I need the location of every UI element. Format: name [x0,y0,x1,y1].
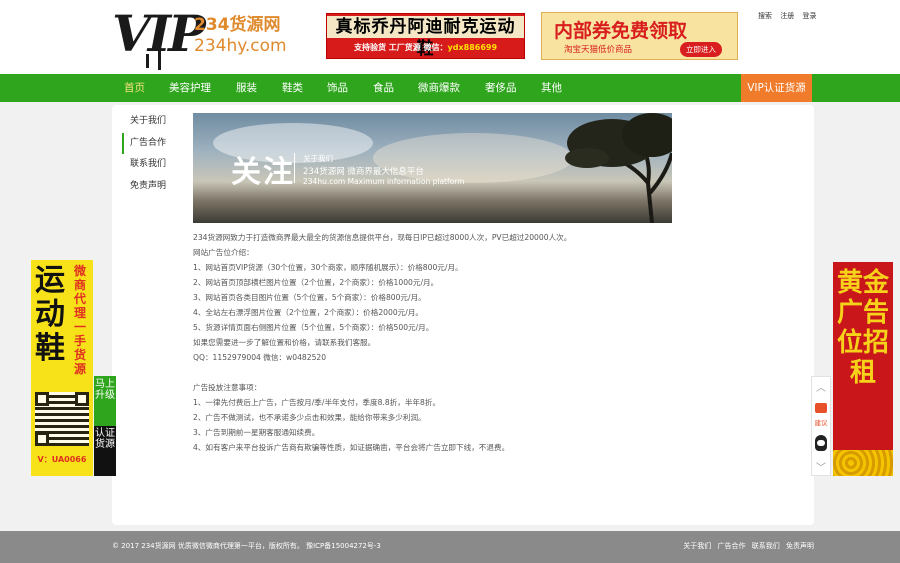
register-link[interactable]: 注册 [780,12,794,20]
banner-sneakers[interactable]: 真标乔丹阿迪耐克运动鞋 支持验货 工厂货源 微信：ydx886699 [326,13,525,59]
banner-sneakers-sub-a: 支持验货 工厂货源 微信： [353,43,448,52]
banner-sneakers-wechat: ydx886699 [447,43,498,52]
content-line: 4、如有客户来平台投诉广告商有欺骗等性质，如证据确凿，平台会将广告立即下线，不退… [193,443,510,452]
qr-corner [35,432,49,446]
side-item-ads[interactable]: 广告合作 [122,132,186,154]
nav-item-clothing[interactable]: 服装 [236,74,257,102]
side-item-contact[interactable]: 联系我们 [122,154,186,176]
nav-item-beauty[interactable]: 美容护理 [169,74,211,102]
qr-corner [75,392,89,406]
content-line: 1、一律先付费后上广告，广告按月/季/半年支付，季度8.8折，半年8折。 [193,398,441,407]
footer-link-about[interactable]: 关于我们 [683,542,711,550]
hero-banner: 关注 关于我们 234货源网 微商界最大信息平台 234hu.com Maxim… [193,113,672,223]
qr-corner [35,392,49,406]
footer-link-ads[interactable]: 广告合作 [718,542,746,550]
content-line: 如果您需要进一步了解位置和价格，请联系我们客服。 [193,338,376,347]
logo-drip [158,50,161,70]
feedback-icon[interactable] [815,403,827,413]
banner-sneakers-title: 真标乔丹阿迪耐克运动鞋 [327,16,524,58]
float-ad-left-side: 微商代理一手货源 [73,264,86,376]
float-ad-left-id: V：UA0066 [37,455,87,464]
footer-link-contact[interactable]: 联系我们 [752,542,780,550]
content-line: 3、网站首页各类目图片位置（5个位置，5个商家）：价格800元/月。 [193,293,426,302]
footer-links: 关于我们 广告合作 联系我们 免责声明 [679,541,814,551]
upgrade-strip[interactable]: 马上升级 认证货源 [94,376,116,476]
nav-item-luxury[interactable]: 奢侈品 [485,74,517,102]
float-ad-left-title: 运动鞋 [35,263,65,366]
hero-line-3: 234hu.com Maximum information platform [303,177,465,186]
feedback-label[interactable]: 建议 [812,417,830,427]
hero-divider [294,153,295,183]
main-nav: 首页 美容护理 服装 鞋类 饰品 食品 微商爆款 奢侈品 其他 VIP认证货源 [0,74,900,102]
logo-name: 234货源网 [194,15,281,35]
upgrade-strip-bottom: 认证货源 [95,428,115,450]
scroll-down-icon[interactable]: ﹀ [812,459,830,474]
content-line [193,365,793,380]
banner-coupon-button[interactable]: 立即进入 [680,42,722,57]
hero-line-1: 关于我们 [303,154,333,163]
banner-coupon[interactable]: 内部券免费领取 淘宝天猫低价商品 立即进入 [541,12,738,60]
nav-item-shoes[interactable]: 鞋类 [282,74,303,102]
content-line: 1、网站首页VIP货源（30个位置，30个商家，顺序随机展示）：价格800元/月… [193,263,463,272]
hero-title: 关注 [231,155,295,190]
scroll-up-icon[interactable]: ︿ [812,379,830,394]
content-line: 234货源网致力于打造微商界最大最全的货源信息提供平台，现每日IP已超过8000… [193,233,572,242]
nav-item-other[interactable]: 其他 [541,74,562,102]
top-links: 搜索 注册 登录 [758,11,822,21]
tree-graphic [565,113,672,223]
hero-line-2: 234货源网 微商界最大信息平台 [303,167,424,177]
banner-coupon-title: 内部券免费领取 [554,20,688,42]
logo-domain: 234hy.com [194,36,287,56]
banner-sneakers-sub: 支持验货 工厂货源 微信：ydx886699 [327,42,524,53]
footer-copyright: © 2017 234货源网 优质微信微商代理第一平台，版权所有。 豫ICP备15… [112,542,381,550]
gold-coins-graphic [833,450,893,476]
nav-vip-button[interactable]: VIP认证货源 [741,74,812,102]
logo-drip [146,54,149,68]
search-link[interactable]: 搜索 [758,12,772,20]
banner-coupon-sub: 淘宝天猫低价商品 [564,45,633,55]
qq-icon[interactable] [815,435,827,451]
nav-item-accessories[interactable]: 饰品 [327,74,348,102]
nav-item-food[interactable]: 食品 [373,74,394,102]
header: VIP 234货源网 234hy.com 真标乔丹阿迪耐克运动鞋 支持验货 工厂… [0,0,900,74]
content-line: 4、全站左右漂浮图片位置（2个位置，2个商家）：价格2000元/月。 [193,308,424,317]
content-line: QQ：1152979004 微信：w0482520 [193,353,327,362]
content-line: 2、网站首页顶部横栏图片位置（2个位置，2个商家）：价格1000元/月。 [193,278,439,287]
nav-item-hot[interactable]: 微商爆款 [418,74,460,102]
float-ad-right[interactable]: 黄金广告位招租 [833,262,893,476]
float-ad-right-text: 黄金广告位招租 [836,268,889,388]
nav-item-home[interactable]: 首页 [124,74,145,102]
content-line: 3、广告到期前一星期客服通知续费。 [193,428,320,437]
main-panel: 关于我们 广告合作 联系我们 免责声明 关注 关于我们 234货源网 微商界最大… [112,105,814,525]
content-line: 2、广告不做测试，也不承诺多少点击和效果，能给你带来多少利润。 [193,413,426,422]
ad-info-content: 234货源网致力于打造微商界最大最全的货源信息提供平台，现每日IP已超过8000… [193,230,793,455]
side-toolbar: ︿ 建议 ﹀ [811,376,831,476]
content-line: 广告投放注意事项： [193,383,262,392]
side-item-disclaimer[interactable]: 免责声明 [122,176,186,198]
footer: © 2017 234货源网 优质微信微商代理第一平台，版权所有。 豫ICP备15… [0,531,900,563]
side-menu: 关于我们 广告合作 联系我们 免责声明 [122,111,186,197]
content-line: 5、货源详情页面右侧图片位置（5个位置，5个商家）：价格500元/月。 [193,323,434,332]
upgrade-strip-top: 马上升级 [94,376,116,426]
login-link[interactable]: 登录 [802,12,816,20]
site-logo[interactable]: VIP 234货源网 234hy.com [112,4,302,70]
side-item-about[interactable]: 关于我们 [122,111,186,133]
footer-link-disclaimer[interactable]: 免责声明 [786,542,814,550]
qr-code-image [35,392,89,446]
content-line: 网站广告位介绍： [193,248,254,257]
float-ad-left[interactable]: 运动鞋 微商代理一手货源 V：UA0066 [31,260,93,476]
